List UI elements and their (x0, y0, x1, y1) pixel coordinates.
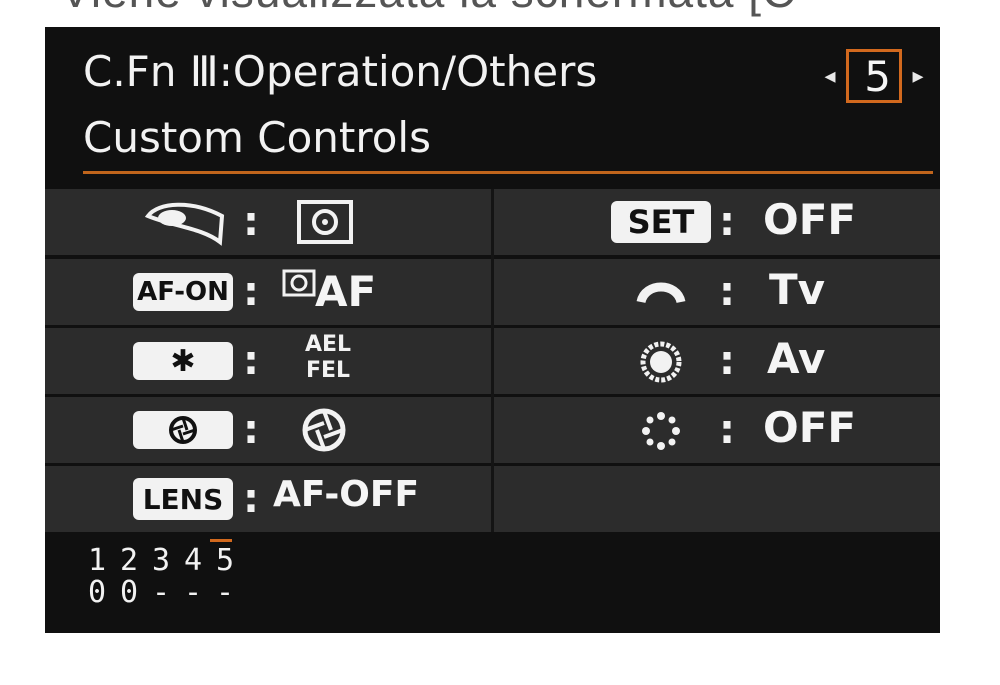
multi-controller-icon (639, 409, 683, 453)
colon: : (243, 199, 259, 245)
function-number: 5 (215, 543, 235, 578)
fel-label: FEL (306, 358, 351, 383)
colon: : (243, 269, 259, 315)
registration-status: 1 2 3 4 5 0 0 - - - (83, 545, 239, 609)
prev-page-arrow-icon[interactable]: ◂ (820, 64, 840, 89)
function-value: 0 (119, 575, 139, 610)
function-value: - (215, 575, 235, 610)
lens-button-icon: LENS (133, 478, 233, 520)
colon: : (243, 338, 259, 384)
colon: : (719, 269, 735, 315)
current-page-marker (210, 539, 232, 542)
colon: : (719, 407, 735, 453)
controls-grid: : SET : OFF AF-ON : AF: Tv ✱: AEL FEL … (45, 189, 940, 532)
af-on-value: AF (315, 267, 377, 316)
column-divider (491, 189, 494, 532)
function-number: 4 (183, 543, 203, 578)
colon: : (243, 407, 259, 453)
function-number: 3 (151, 543, 171, 578)
metering-icon (293, 197, 357, 247)
aperture-icon (299, 407, 349, 453)
multi-controller-value: OFF (763, 403, 857, 452)
function-values: 0 0 - - - (83, 577, 239, 609)
colon: : (719, 199, 735, 245)
main-dial-icon (633, 271, 689, 311)
set-button-icon: SET (611, 201, 711, 243)
function-value: - (183, 575, 203, 610)
function-number: 2 (119, 543, 139, 578)
header-divider (83, 171, 933, 174)
menu-subtitle: Custom Controls (83, 113, 431, 162)
page-navigator: ◂ 5 ▸ (820, 45, 928, 107)
function-numbers: 1 2 3 4 5 (83, 545, 239, 577)
colon: : (719, 338, 735, 384)
metering-af-icon (279, 265, 319, 301)
next-page-arrow-icon[interactable]: ▸ (908, 64, 928, 89)
camera-menu-screen: C.Fn Ⅲ:Operation/Others Custom Controls … (45, 27, 940, 633)
lens-value: AF-OFF (273, 474, 420, 515)
ael-label: AEL (305, 332, 352, 357)
set-value: OFF (763, 195, 857, 244)
quick-control-dial-icon (639, 340, 683, 384)
depth-of-field-button-icon (133, 411, 233, 449)
star-button-icon: ✱ (133, 342, 233, 380)
function-value: - (151, 575, 171, 610)
menu-title: C.Fn Ⅲ:Operation/Others (83, 47, 598, 96)
page-number[interactable]: 5 (846, 49, 902, 103)
page-caption: Viene visualizzata la schermata [C (60, 0, 796, 18)
main-dial-value: Tv (769, 265, 826, 314)
quick-dial-value: Av (767, 334, 826, 383)
shutter-button-icon (140, 197, 230, 247)
function-number: 1 (87, 543, 107, 578)
af-on-button-icon: AF-ON (133, 273, 233, 311)
colon: : (243, 476, 259, 522)
function-value: 0 (87, 575, 107, 610)
ael-fel-value: AEL FEL (305, 332, 351, 384)
